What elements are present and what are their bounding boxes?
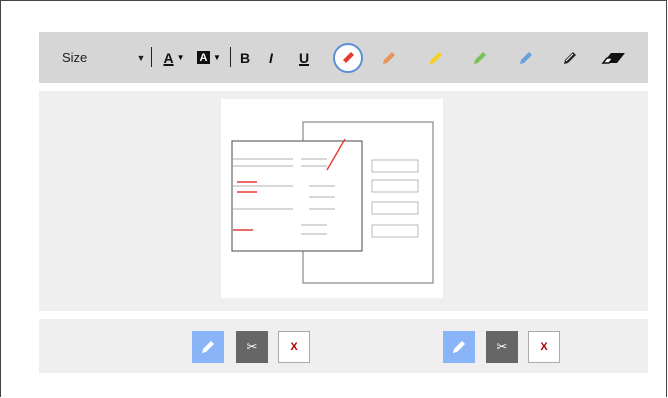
- chevron-down-icon: ▼: [213, 53, 221, 62]
- cut-button[interactable]: ✂: [236, 331, 268, 363]
- green-pen-button[interactable]: [468, 32, 492, 83]
- drawing-canvas-area[interactable]: [39, 91, 648, 311]
- eraser-button[interactable]: [599, 32, 629, 83]
- document-preview[interactable]: [221, 99, 443, 298]
- font-color-button[interactable]: A ▼: [161, 32, 187, 83]
- underline-button[interactable]: U: [297, 32, 311, 83]
- black-pen-button[interactable]: [558, 32, 582, 83]
- eraser-icon: [601, 52, 625, 64]
- orange-pen-icon: [383, 51, 395, 64]
- close-button[interactable]: X: [278, 331, 310, 363]
- blue-pen-button[interactable]: [514, 32, 538, 83]
- toolbar-separator: [230, 47, 231, 67]
- red-pen-icon: [342, 51, 354, 64]
- action-bar: ✂ X ✂ X: [39, 319, 648, 373]
- chevron-down-icon: ▼: [176, 53, 185, 62]
- pencil-icon: [202, 341, 214, 353]
- green-pen-icon: [474, 51, 486, 64]
- edit-button[interactable]: [443, 331, 475, 363]
- font-size-dropdown-icon[interactable]: ▼: [136, 32, 146, 83]
- yellow-pen-button[interactable]: [424, 32, 448, 83]
- highlight-color-button[interactable]: A ▼: [196, 32, 222, 83]
- toolbar-separator: [151, 47, 152, 67]
- highlight-color-icon: A: [197, 51, 211, 64]
- cut-button[interactable]: ✂: [486, 331, 518, 363]
- blue-pen-icon: [520, 51, 532, 64]
- bold-button[interactable]: B: [238, 32, 252, 83]
- document-drawing: [231, 121, 434, 284]
- black-pen-icon: [564, 51, 576, 64]
- font-size-select[interactable]: Size: [62, 32, 87, 83]
- red-pen-button[interactable]: [332, 32, 364, 83]
- front-page: [231, 140, 363, 252]
- close-button[interactable]: X: [528, 331, 560, 363]
- font-color-icon: A: [163, 49, 174, 66]
- yellow-highlighter-icon: [429, 51, 442, 65]
- editor-toolbar: Size ▼ A ▼ A ▼ B I U: [39, 32, 648, 83]
- font-size-label: Size: [62, 50, 88, 65]
- italic-button[interactable]: I: [265, 32, 277, 83]
- edit-button[interactable]: [192, 331, 224, 363]
- pen-active-ring: [333, 42, 363, 73]
- orange-pen-button[interactable]: [377, 32, 401, 83]
- pencil-icon: [453, 341, 465, 353]
